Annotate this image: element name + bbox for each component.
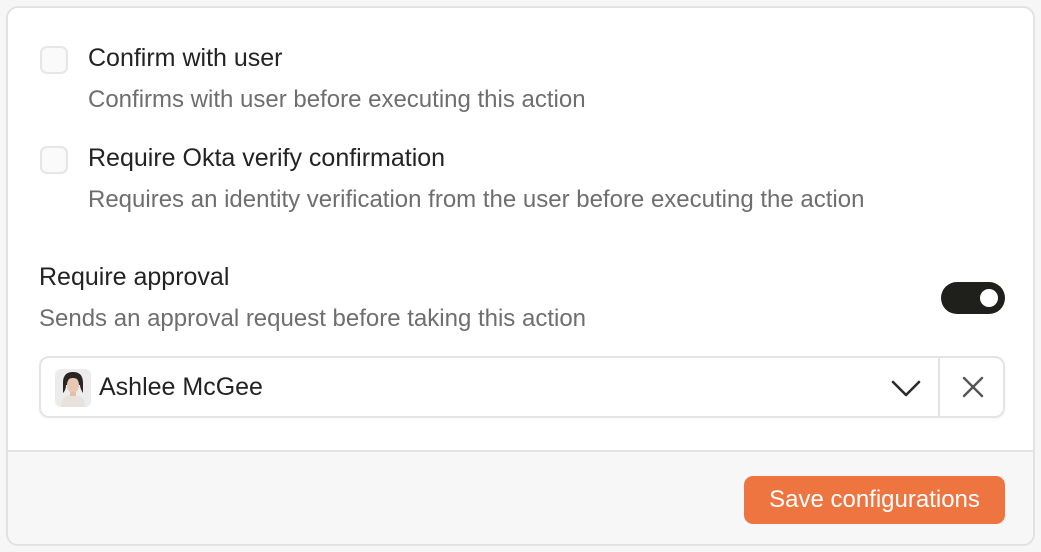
- close-icon: [962, 376, 983, 398]
- option-title: Require Okta verify confirmation: [88, 144, 446, 172]
- require-approval-title: Require approval: [39, 263, 230, 291]
- option-description: Confirms with user before executing this…: [88, 86, 586, 113]
- option-title: Confirm with user: [88, 44, 283, 72]
- require-approval-toggle[interactable]: [941, 282, 1005, 314]
- toggle-knob: [980, 289, 998, 307]
- clear-approver-button[interactable]: [940, 358, 1005, 416]
- user-avatar: [55, 369, 91, 407]
- save-configurations-button[interactable]: Save configurations: [744, 476, 1005, 524]
- okta-verify-checkbox[interactable]: [40, 146, 68, 174]
- option-description: Requires an identity verification from t…: [88, 186, 865, 213]
- chevron-down-icon[interactable]: [889, 373, 923, 403]
- confirm-with-user-checkbox[interactable]: [40, 46, 68, 74]
- approver-select[interactable]: Ashlee McGee: [39, 356, 1005, 418]
- selected-approver: Ashlee McGee: [99, 373, 263, 401]
- card-footer: Save configurations: [8, 450, 1033, 544]
- configuration-card: Confirm with user Confirms with user bef…: [6, 6, 1035, 546]
- require-approval-description: Sends an approval request before taking …: [39, 305, 587, 332]
